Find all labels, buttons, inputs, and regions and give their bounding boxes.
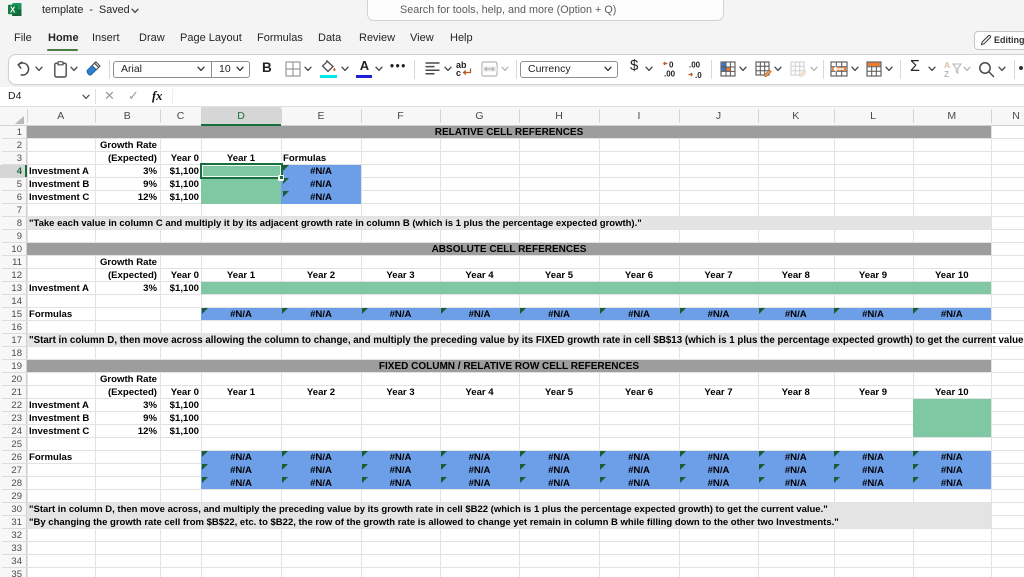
svg-text:c: c	[456, 68, 461, 77]
svg-text:.00: .00	[689, 61, 701, 70]
svg-text:X: X	[10, 5, 16, 14]
svg-text:.0: .0	[695, 71, 702, 78]
svg-text:0: 0	[669, 61, 674, 70]
svg-text:.00: .00	[664, 70, 676, 79]
svg-text:Z: Z	[944, 69, 949, 78]
